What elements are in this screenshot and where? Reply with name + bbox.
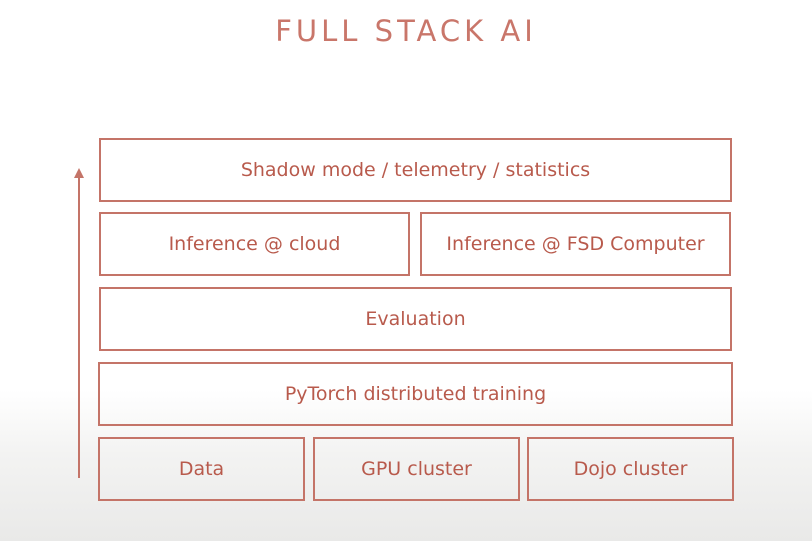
- layer-gpu-cluster-label: GPU cluster: [361, 458, 472, 480]
- layer-evaluation-label: Evaluation: [365, 308, 466, 330]
- layer-pytorch-training-label: PyTorch distributed training: [284, 383, 547, 405]
- layer-inference-cloud: Inference @ cloud: [99, 212, 410, 276]
- diagram-title: FULL STACK AI: [275, 14, 537, 48]
- layer-evaluation: Evaluation: [99, 287, 732, 351]
- layer-shadow-mode-label: Shadow mode / telemetry / statistics: [240, 159, 591, 181]
- layer-data: Data: [98, 437, 305, 501]
- layer-inference-fsd-label: Inference @ FSD Computer: [446, 233, 705, 255]
- up-arrow-icon: [74, 168, 84, 478]
- layer-shadow-mode: Shadow mode / telemetry / statistics: [99, 138, 732, 202]
- layer-inference-cloud-label: Inference @ cloud: [168, 233, 341, 255]
- layer-gpu-cluster: GPU cluster: [313, 437, 520, 501]
- layer-pytorch-training: PyTorch distributed training: [98, 362, 733, 426]
- layer-dojo-cluster-label: Dojo cluster: [573, 458, 688, 480]
- layer-data-label: Data: [178, 458, 225, 480]
- layer-dojo-cluster: Dojo cluster: [527, 437, 734, 501]
- layer-inference-fsd-computer: Inference @ FSD Computer: [420, 212, 731, 276]
